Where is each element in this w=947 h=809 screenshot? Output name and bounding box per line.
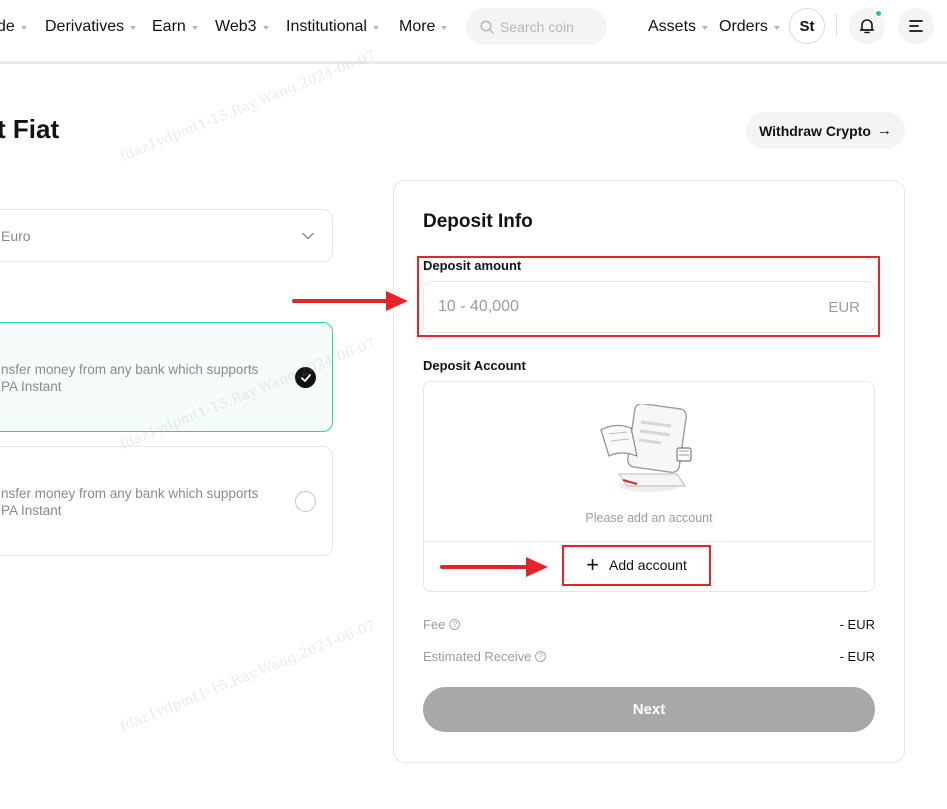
next-button[interactable]: Next [423, 687, 875, 732]
caret-down-icon [191, 25, 198, 30]
bell-icon [859, 19, 875, 34]
help-icon[interactable]: ? [535, 651, 547, 662]
estimated-receive-label-text: Estimated Receive [423, 649, 532, 664]
check-icon [300, 373, 311, 382]
deposit-account-label: Deposit Account [423, 358, 526, 373]
payment-method-card[interactable]: nsfer money from any bank which supports… [0, 446, 333, 556]
divider [424, 541, 874, 542]
nav-item-label: Institutional [286, 18, 367, 35]
withdraw-crypto-label: Withdraw Crypto [759, 122, 871, 139]
method-description-line: nsfer money from any bank which supports [1, 362, 259, 377]
search-box[interactable] [466, 8, 607, 45]
notifications-button[interactable] [849, 8, 885, 44]
nav-item-web3[interactable]: Web3 [215, 16, 269, 38]
method-description-line: PA Instant [1, 503, 62, 518]
nav-item-institutional[interactable]: Institutional [286, 16, 379, 38]
fee-label: Fee ? [423, 617, 461, 632]
nav-item-label: de [0, 18, 15, 35]
caret-down-icon [372, 25, 379, 30]
nav-item-earn[interactable]: Earn [152, 16, 198, 38]
withdraw-crypto-button[interactable]: Withdraw Crypto → [746, 112, 905, 149]
nav-item-orders[interactable]: Orders [719, 16, 780, 38]
annotation-arrow-icon [292, 291, 408, 311]
estimated-receive-label: Estimated Receive ? [423, 649, 547, 664]
payment-method-description: nsfer money from any bank which supports… [1, 485, 271, 519]
notification-dot [875, 10, 882, 17]
nav-item-assets[interactable]: Assets [648, 16, 709, 38]
highlight-box-deposit-amount [417, 256, 880, 337]
menu-button[interactable] [898, 8, 934, 44]
caret-down-icon [773, 25, 780, 30]
avatar[interactable]: St [789, 8, 825, 44]
caret-down-icon [130, 25, 137, 30]
nav-item-label: Web3 [215, 18, 257, 35]
menu-icon [909, 20, 923, 32]
method-description-line: PA Instant [1, 379, 62, 394]
method-description-line: nsfer money from any bank which supports [1, 486, 259, 501]
caret-down-icon [20, 25, 27, 30]
nav-item-label: More [399, 18, 436, 35]
caret-down-icon [262, 25, 269, 30]
watermark: fdaz1vdpmt1-15.Ray.Wang.2024-06-07 [118, 617, 378, 735]
avatar-initials: St [799, 17, 815, 35]
nav-item-derivatives[interactable]: Derivatives [45, 16, 137, 38]
search-input[interactable] [500, 18, 600, 35]
nav-item-label: Orders [719, 18, 768, 35]
chevron-down-icon [302, 232, 314, 240]
payment-method-description: nsfer money from any bank which supports… [1, 361, 271, 395]
currency-select-value: Euro [1, 227, 31, 244]
nav-item-label: Earn [152, 18, 186, 35]
nav-item-more[interactable]: More [399, 16, 448, 38]
deposit-info-title: Deposit Info [423, 211, 533, 232]
fee-value: - EUR [839, 617, 875, 632]
fee-label-text: Fee [423, 617, 446, 632]
caret-down-icon [441, 25, 448, 30]
top-navigation-bar: de Derivatives Earn Web3 Institutional M… [0, 0, 947, 64]
nav-item-label: Assets [648, 18, 697, 35]
empty-account-message: Please add an account [585, 511, 713, 525]
empty-account-illustration [600, 404, 692, 492]
radio-button[interactable] [295, 491, 316, 512]
page-title: t Fiat [0, 114, 60, 144]
arrow-right-icon: → [876, 122, 892, 139]
payment-method-card[interactable]: nsfer money from any bank which supports… [0, 322, 333, 432]
annotation-arrow-icon [440, 557, 548, 577]
help-icon[interactable]: ? [449, 619, 461, 630]
nav-item-label: Derivatives [45, 18, 125, 35]
highlight-box-add-account [562, 545, 711, 586]
currency-select[interactable]: Euro [0, 209, 333, 262]
search-icon [480, 19, 494, 34]
estimated-receive-value: - EUR [839, 649, 875, 664]
watermark: fdaz1vdpmt1-15.Ray.Wang.2024-06-07 [118, 47, 378, 165]
caret-down-icon [702, 25, 709, 30]
nav-divider [836, 14, 837, 38]
selected-check-icon[interactable] [295, 367, 316, 388]
nav-item-trade[interactable]: de [0, 16, 27, 38]
